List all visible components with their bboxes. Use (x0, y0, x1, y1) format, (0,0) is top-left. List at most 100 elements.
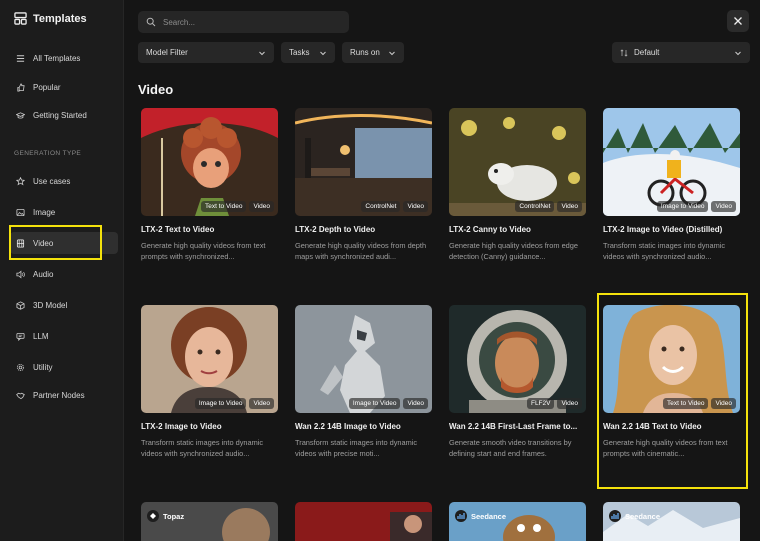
sidebar-item-partner-nodes[interactable]: Partner Nodes (10, 384, 118, 406)
sidebar-item-label: Popular (33, 82, 61, 92)
templates-icon (14, 12, 27, 25)
template-thumbnail: Image to Video Video (295, 305, 432, 413)
type-badge: Video (711, 201, 736, 212)
card-description: Generate high quality videos from text p… (141, 241, 266, 261)
sidebar-item-popular[interactable]: Popular (10, 76, 118, 98)
template-thumbnail: FLF2V Video (449, 305, 586, 413)
sidebar-item-label: Utility (33, 362, 53, 372)
partner-badge: Seedance (609, 510, 660, 522)
type-badge: Video (403, 398, 428, 409)
sidebar-item-3d-model[interactable]: 3D Model (10, 294, 118, 316)
template-card[interactable] (295, 502, 432, 541)
card-description: Transform static images into dynamic vid… (141, 438, 264, 458)
topaz-logo-icon (147, 510, 159, 522)
sidebar-item-label: Image (33, 207, 56, 217)
red-scene-image (295, 502, 432, 541)
search-input[interactable] (163, 17, 343, 27)
task-badge: ControlNet (361, 201, 401, 212)
search-bar[interactable] (138, 11, 349, 33)
sidebar-item-label: Audio (33, 269, 54, 279)
model-filter-dropdown[interactable]: Model Filter (138, 42, 274, 63)
runs-on-label: Runs on (350, 48, 380, 57)
close-button[interactable] (727, 10, 749, 32)
image-icon (16, 208, 25, 216)
sort-icon (620, 48, 628, 57)
seedance-logo-icon (455, 510, 467, 522)
sidebar: Templates All Templates Popular Getting … (0, 0, 124, 541)
sidebar-item-use-cases[interactable]: Use cases (10, 170, 118, 192)
curly-haired-doll-image (141, 108, 278, 216)
card-description: Generate high quality videos from text p… (603, 438, 728, 458)
sidebar-title: Templates (33, 12, 87, 25)
film-icon (16, 238, 25, 248)
chevron-down-icon (735, 51, 741, 55)
template-card[interactable]: Image to Video Video LTX-2 Image to Vide… (141, 305, 278, 459)
sidebar-item-utility[interactable]: Utility (10, 356, 118, 378)
close-icon (734, 17, 742, 25)
runs-on-dropdown[interactable]: Runs on (342, 42, 404, 63)
card-title: Wan 2.2 14B Text to Video (603, 422, 702, 431)
search-icon (146, 17, 156, 27)
card-title: LTX-2 Text to Video (141, 225, 215, 234)
task-badge: ControlNet (515, 201, 555, 212)
type-badge: Video (403, 201, 428, 212)
sidebar-item-getting-started[interactable]: Getting Started (10, 104, 118, 126)
main-panel: Model Filter Tasks Runs on Default Video (124, 0, 760, 541)
handshake-icon (16, 392, 25, 399)
template-card[interactable]: Seedance (603, 502, 740, 541)
sidebar-item-label: Use cases (33, 176, 71, 186)
chat-icon (16, 332, 25, 341)
speaker-icon (16, 270, 25, 278)
task-badge: Text to Video (201, 201, 247, 212)
template-card[interactable]: Topaz (141, 502, 278, 541)
template-card[interactable]: FLF2V Video Wan 2.2 14B First-Last Frame… (449, 305, 586, 459)
sort-label: Default (634, 48, 660, 57)
partner-badge: Seedance (455, 510, 506, 522)
sidebar-header: Templates (14, 12, 87, 25)
graduation-cap-icon (16, 111, 25, 119)
card-description: Transform static images into dynamic vid… (295, 438, 418, 458)
template-thumbnail: ControlNet Video (295, 108, 432, 216)
sidebar-item-label: LLM (33, 331, 49, 341)
type-badge: Video (249, 201, 274, 212)
type-badge: Video (711, 398, 736, 409)
template-thumbnail: Image to Video Video (603, 108, 740, 216)
sidebar-item-audio[interactable]: Audio (10, 263, 118, 285)
cube-icon (16, 300, 25, 310)
template-card[interactable]: ControlNet Video LTX-2 Depth to Video Ge… (295, 108, 432, 262)
sidebar-item-image[interactable]: Image (10, 201, 118, 223)
smiling-woman-portrait (603, 305, 740, 413)
star-icon (16, 176, 25, 185)
model-filter-label: Model Filter (146, 48, 188, 57)
template-card[interactable]: Seedance (449, 502, 586, 541)
card-title: LTX-2 Image to Video (Distilled) (603, 225, 723, 234)
type-badge: Video (557, 398, 582, 409)
card-title: Wan 2.2 14B First-Last Frame to... (449, 422, 578, 431)
chevron-down-icon (320, 51, 326, 55)
template-card[interactable]: Image to Video Video LTX-2 Image to Vide… (603, 108, 740, 262)
sidebar-item-label: 3D Model (33, 300, 68, 310)
section-title: Video (138, 82, 174, 97)
astronaut-painting-image (449, 305, 586, 413)
template-thumbnail: Image to Video Video (141, 305, 278, 413)
tasks-dropdown[interactable]: Tasks (281, 42, 335, 63)
template-card[interactable]: ControlNet Video LTX-2 Canny to Video Ge… (449, 108, 586, 262)
template-card[interactable]: Text to Video Video Wan 2.2 14B Text to … (603, 305, 740, 459)
task-badge: Image to Video (194, 398, 247, 409)
sidebar-item-video[interactable]: Video (10, 232, 118, 254)
sidebar-item-llm[interactable]: LLM (10, 325, 118, 347)
seedance-logo-icon (609, 510, 621, 522)
card-description: Generate high quality videos from edge d… (449, 241, 579, 261)
sidebar-item-all-templates[interactable]: All Templates (10, 47, 118, 69)
chevron-down-icon (259, 51, 265, 55)
gear-icon (16, 363, 25, 371)
list-icon (16, 54, 25, 62)
sort-dropdown[interactable]: Default (612, 42, 750, 63)
template-thumbnail: Text to Video Video (603, 305, 740, 413)
template-card[interactable]: Image to Video Video Wan 2.2 14B Image t… (295, 305, 432, 459)
card-description: Generate high quality videos from depth … (295, 241, 427, 261)
template-card[interactable]: Text to Video Video LTX-2 Text to Video … (141, 108, 278, 262)
silver-armored-figure-image (295, 305, 432, 413)
template-thumbnail: ControlNet Video (449, 108, 586, 216)
snow-cyclist-image (603, 108, 740, 216)
